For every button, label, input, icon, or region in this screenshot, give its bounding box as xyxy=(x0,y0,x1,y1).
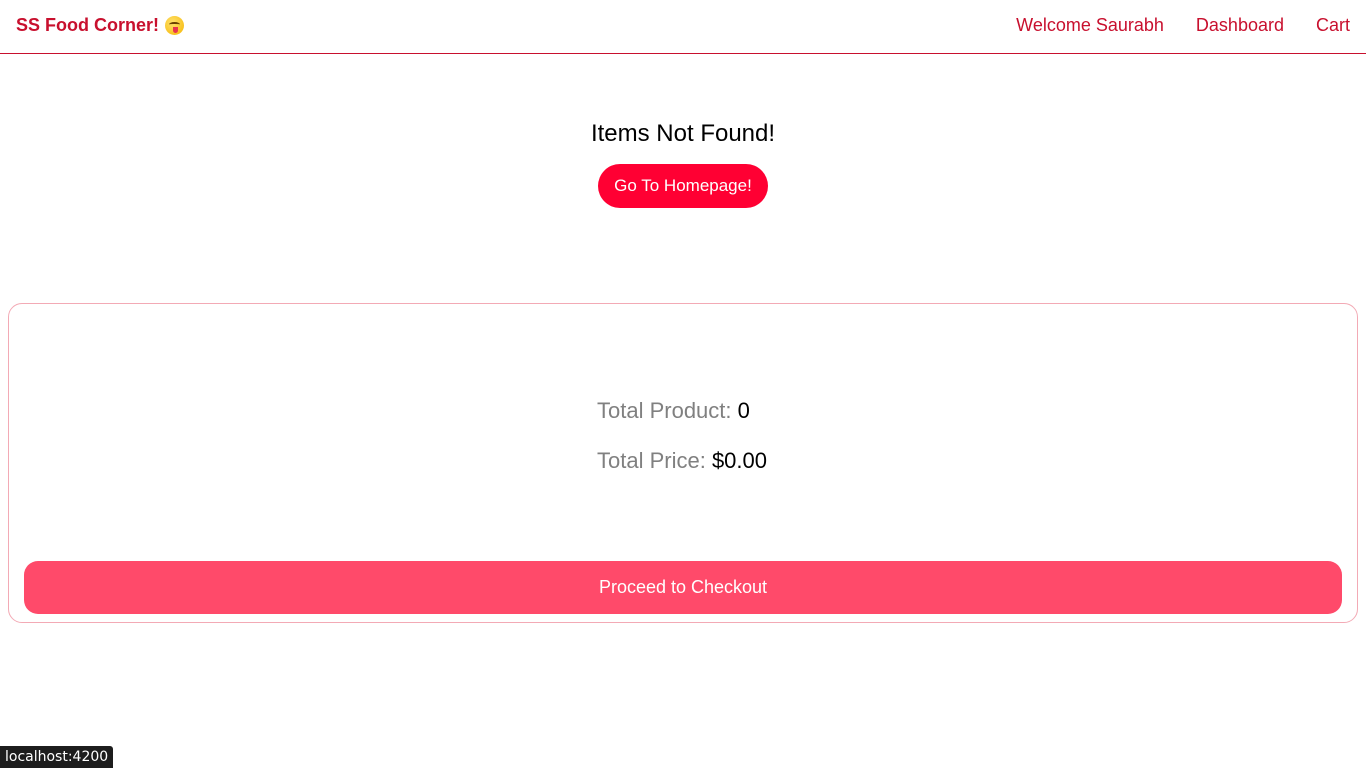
face-savoring-food-icon xyxy=(165,16,184,35)
top-navbar: SS Food Corner! Welcome Saurabh Dashboar… xyxy=(0,0,1366,54)
nav-cart[interactable]: Cart xyxy=(1316,15,1350,36)
brand-name: SS Food Corner! xyxy=(16,15,159,35)
go-to-homepage-button[interactable]: Go To Homepage! xyxy=(598,164,768,208)
cart-summary-card: Total Product: 0 Total Price: $0.00 Proc… xyxy=(8,303,1358,623)
total-price-row: Total Price: $0.00 xyxy=(597,448,767,474)
total-product-value: 0 xyxy=(737,398,750,423)
nav-welcome-user[interactable]: Welcome Saurabh xyxy=(1016,15,1164,36)
brand-logo-link[interactable]: SS Food Corner! xyxy=(16,15,184,36)
total-price-label: Total Price: xyxy=(597,448,712,473)
not-found-heading: Items Not Found! xyxy=(590,120,776,147)
total-product-row: Total Product: 0 xyxy=(597,398,767,424)
nav-dashboard[interactable]: Dashboard xyxy=(1196,15,1284,36)
cart-totals: Total Product: 0 Total Price: $0.00 xyxy=(597,398,767,498)
total-price-value: $0.00 xyxy=(711,448,767,473)
empty-cart-message: Items Not Found! Go To Homepage! xyxy=(0,120,1366,208)
status-bar-url: localhost:4200 xyxy=(0,746,114,768)
total-product-label: Total Product: xyxy=(597,398,738,423)
proceed-to-checkout-button[interactable]: Proceed to Checkout xyxy=(24,561,1342,614)
main-nav: Welcome Saurabh Dashboard Cart xyxy=(1016,15,1350,36)
